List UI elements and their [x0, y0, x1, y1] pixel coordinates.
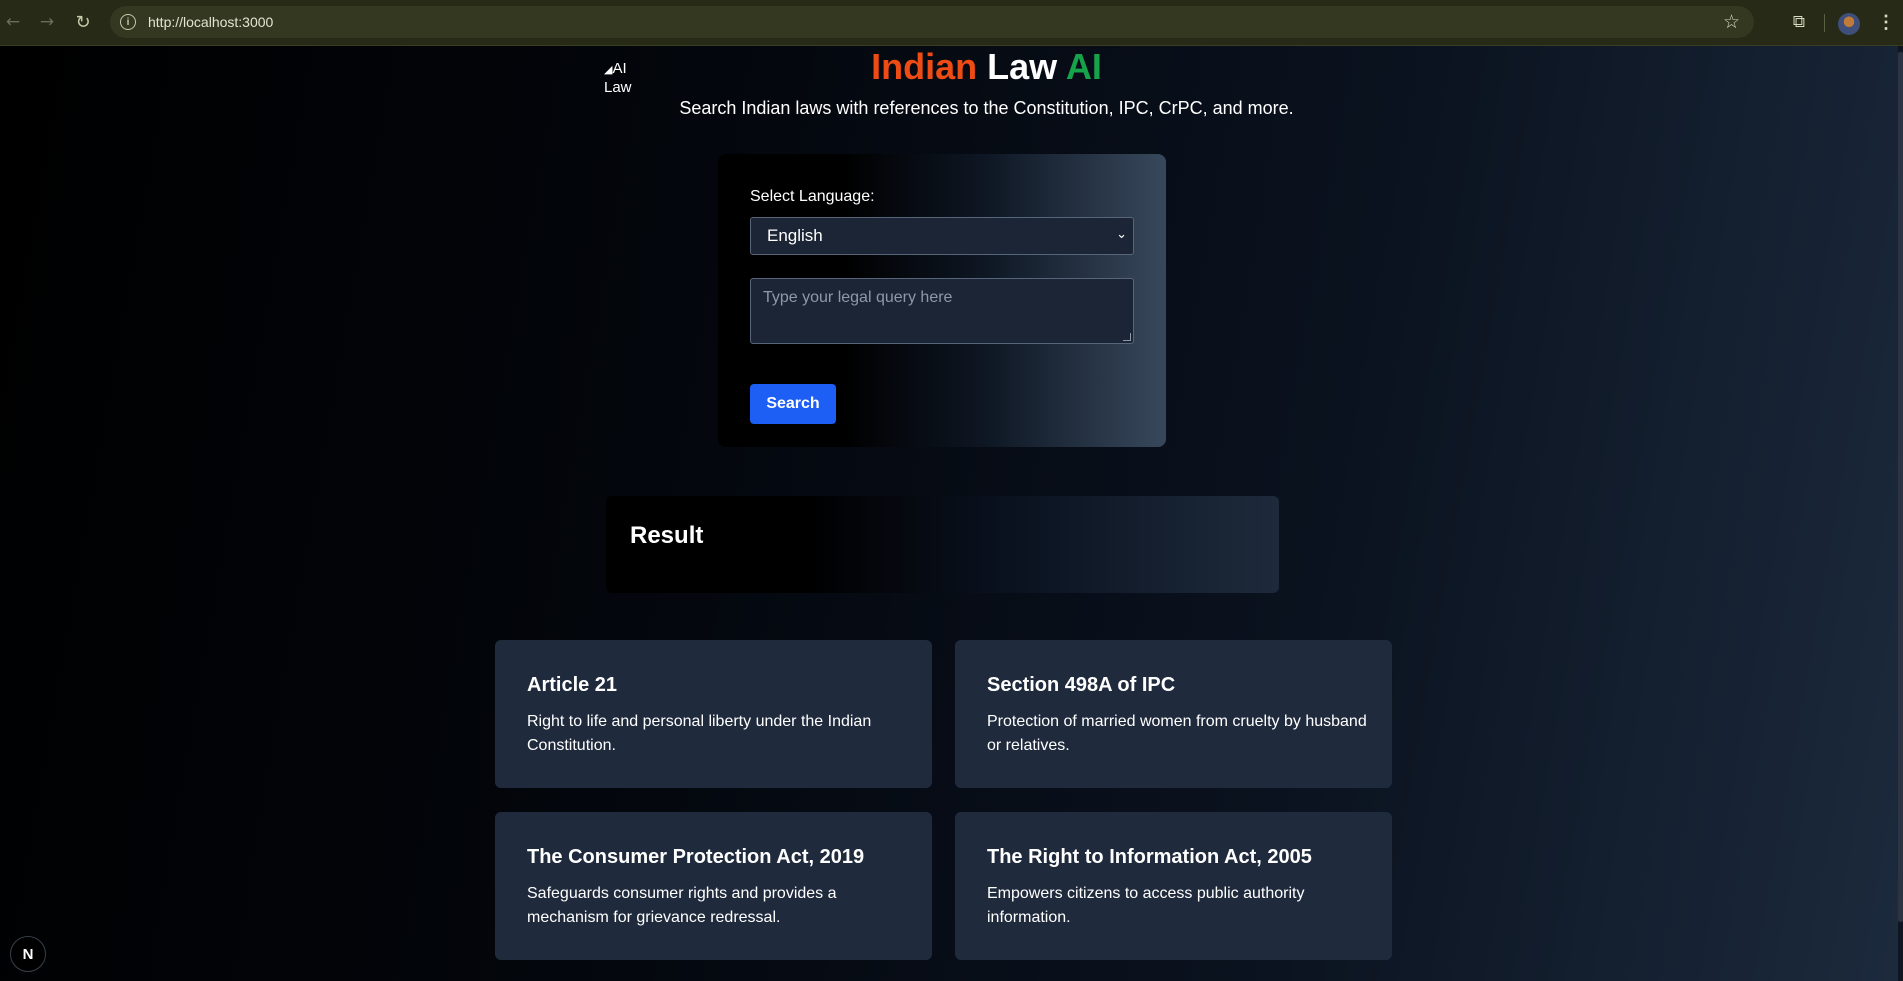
law-card-description: Safeguards consumer rights and provides …	[527, 885, 837, 926]
query-placeholder: Type your legal query here	[763, 289, 953, 306]
search-button[interactable]: Search	[750, 384, 836, 424]
law-card-title: The Consumer Protection Act, 2019	[527, 846, 865, 868]
result-heading: Result	[630, 522, 704, 549]
search-form: Select Language: English ⌄ Type your leg…	[718, 154, 1166, 447]
language-selected-value: English	[767, 226, 823, 245]
result-panel: Result	[606, 496, 1279, 593]
forward-button[interactable]: →	[34, 9, 60, 35]
title-ai: AI	[1065, 46, 1102, 87]
title-law: Law	[987, 46, 1058, 87]
kebab-menu-icon[interactable]: ⋮	[1876, 10, 1896, 34]
chevron-down-icon: ⌄	[1116, 227, 1127, 242]
page-subtitle: Search Indian laws with references to th…	[679, 98, 1294, 118]
language-select[interactable]: English ⌄	[750, 217, 1134, 255]
law-card-description: Right to life and personal liberty under…	[527, 713, 872, 754]
url-text[interactable]: http://localhost:3000	[148, 14, 273, 30]
resize-handle-icon[interactable]	[1123, 333, 1131, 341]
profile-avatar[interactable]	[1838, 13, 1860, 35]
law-card-article-21[interactable]: Article 21 Right to life and personal li…	[495, 640, 932, 788]
toolbar-divider	[1824, 14, 1825, 32]
language-label: Select Language:	[750, 188, 875, 205]
law-card-title: The Right to Information Act, 2005	[987, 846, 1312, 868]
law-card-section-498a[interactable]: Section 498A of IPC Protection of marrie…	[955, 640, 1392, 788]
address-bar[interactable]: i http://localhost:3000 ☆	[110, 6, 1754, 38]
back-button[interactable]: ←	[0, 9, 26, 35]
law-card-title: Section 498A of IPC	[987, 674, 1176, 696]
query-textarea[interactable]: Type your legal query here	[750, 278, 1134, 344]
title-indian: Indian	[871, 46, 978, 87]
page-content: ◢AI Law Indian Law AI Search Indian laws…	[0, 46, 1898, 981]
page-title: Indian Law AI	[0, 46, 1898, 88]
law-card-description: Empowers citizens to access public autho…	[987, 885, 1305, 926]
nextjs-dev-badge[interactable]: N	[10, 936, 46, 972]
star-icon[interactable]: ☆	[1723, 11, 1740, 33]
browser-toolbar: ← → ↻ i http://localhost:3000 ☆ ⧉ ⋮	[0, 0, 1903, 46]
puzzle-icon[interactable]: ⧉	[1787, 10, 1811, 34]
law-card-consumer-protection[interactable]: The Consumer Protection Act, 2019 Safegu…	[495, 812, 932, 960]
law-card-title: Article 21	[527, 674, 618, 696]
info-icon[interactable]: i	[120, 14, 136, 30]
reload-button[interactable]: ↻	[70, 9, 96, 35]
law-card-rti[interactable]: The Right to Information Act, 2005 Empow…	[955, 812, 1392, 960]
scrollbar-thumb[interactable]	[1898, 52, 1903, 922]
law-card-description: Protection of married women from cruelty…	[987, 713, 1367, 754]
